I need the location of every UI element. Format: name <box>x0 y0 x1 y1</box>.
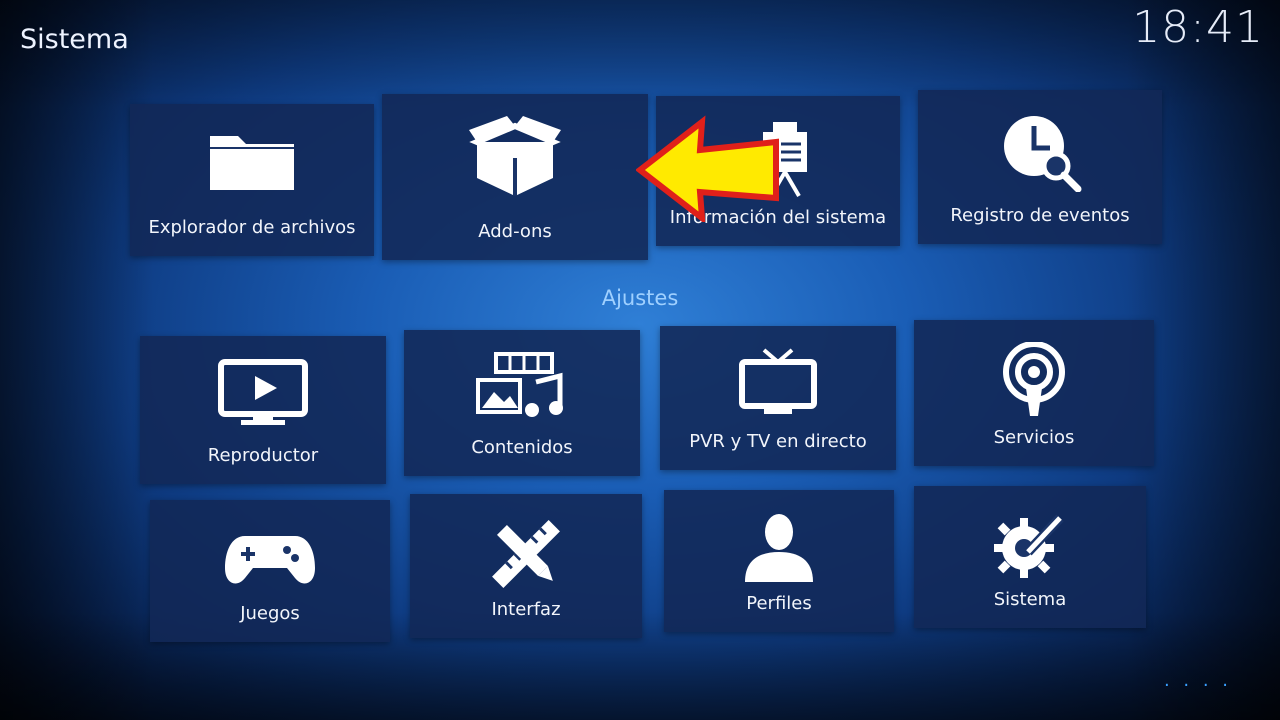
tile-label: PVR y TV en directo <box>689 431 867 452</box>
gamepad-icon <box>150 530 390 590</box>
play-monitor-icon <box>140 358 386 428</box>
tile-pvr-tv[interactable]: PVR y TV en directo <box>660 326 896 470</box>
tile-label: Juegos <box>240 603 300 624</box>
tile-player[interactable]: Reproductor <box>140 336 386 484</box>
tv-icon <box>660 348 896 418</box>
tile-file-manager[interactable]: Explorador de archivos <box>130 104 374 256</box>
gear-wrench-icon <box>914 508 1146 584</box>
page-indicator: · · · · <box>1163 675 1232 696</box>
tile-label: Perfiles <box>746 593 812 614</box>
person-icon <box>664 512 894 582</box>
tile-label: Reproductor <box>207 445 319 466</box>
tile-label: Sistema <box>993 589 1067 610</box>
page-title: Sistema <box>20 24 129 55</box>
box-icon <box>382 116 648 200</box>
pencil-ruler-icon <box>410 516 642 592</box>
tile-label: Interfaz <box>491 599 561 620</box>
tile-label: Contenidos <box>471 437 573 458</box>
tile-interface[interactable]: Interfaz <box>410 494 642 638</box>
tile-label: Servicios <box>993 427 1075 448</box>
tile-services[interactable]: Servicios <box>914 320 1154 466</box>
tile-addons[interactable]: Add-ons <box>382 94 648 260</box>
tile-label: Explorador de archivos <box>148 217 356 238</box>
tile-label: Add-ons <box>478 221 552 242</box>
tile-event-log[interactable]: Registro de eventos <box>918 90 1162 244</box>
clock-search-icon <box>918 112 1162 192</box>
arrow-pointer-icon <box>635 114 782 226</box>
broadcast-icon <box>914 342 1154 418</box>
media-library-icon <box>404 352 640 422</box>
tile-system-settings[interactable]: Sistema <box>914 486 1146 628</box>
folder-icon <box>130 126 374 196</box>
tile-games[interactable]: Juegos <box>150 500 390 642</box>
section-heading: Ajustes <box>601 286 679 310</box>
clock: 18:41 <box>1132 2 1264 53</box>
tile-profiles[interactable]: Perfiles <box>664 490 894 632</box>
tile-label: Registro de eventos <box>950 205 1130 226</box>
tile-media[interactable]: Contenidos <box>404 330 640 476</box>
